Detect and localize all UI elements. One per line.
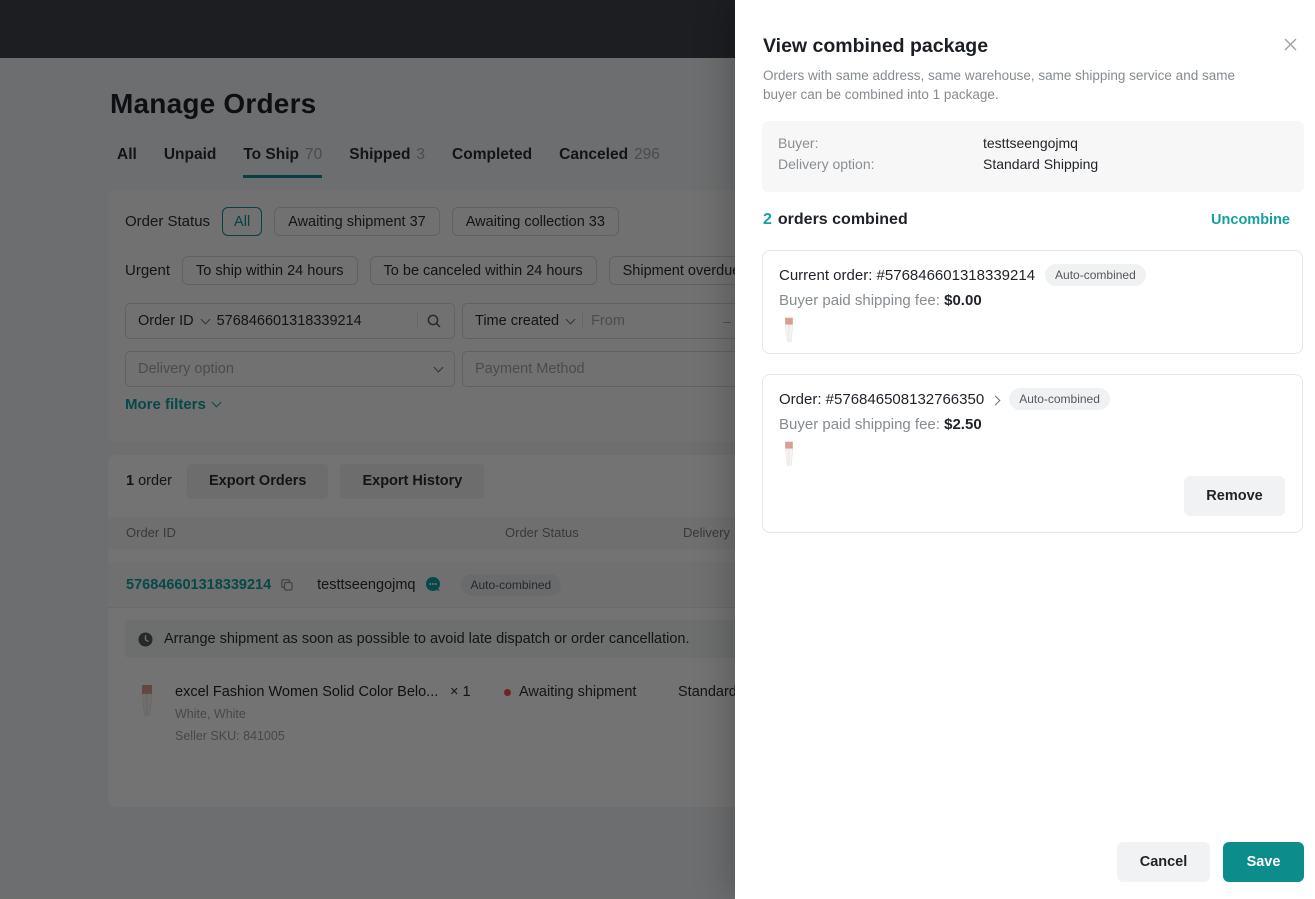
shipping-fee-value: $2.50 — [944, 416, 982, 433]
delivery-option-label: Delivery option: — [778, 156, 983, 172]
product-thumbnail — [779, 440, 799, 468]
order-card-title: Current order: #576846601318339214 — [779, 267, 1035, 284]
combined-order-card-other: Order: #576846508132766350 Auto-combined… — [762, 374, 1303, 533]
cancel-button[interactable]: Cancel — [1117, 842, 1210, 882]
combined-label: orders combined — [778, 211, 908, 229]
manage-orders-page: Manage Orders All Unpaid To Ship70 Shipp… — [0, 0, 1315, 899]
shipping-fee-line: Buyer paid shipping fee: $2.50 — [779, 416, 1286, 433]
close-icon[interactable] — [1283, 37, 1298, 52]
auto-combined-badge: Auto-combined — [1045, 264, 1146, 286]
buyer-label: Buyer: — [778, 135, 983, 151]
remove-button[interactable]: Remove — [1184, 476, 1285, 516]
drawer-description: Orders with same address, same warehouse… — [763, 66, 1268, 104]
drawer-title: View combined package — [763, 35, 988, 58]
shipping-fee-line: Buyer paid shipping fee: $0.00 — [779, 292, 1286, 309]
order-card-title[interactable]: Order: #576846508132766350 — [779, 391, 984, 408]
combined-order-card-current: Current order: #576846601318339214 Auto-… — [762, 250, 1303, 354]
save-button[interactable]: Save — [1223, 842, 1304, 882]
buyer-value: testtseengojmq — [983, 135, 1078, 151]
chevron-right-icon[interactable] — [991, 395, 1001, 405]
uncombine-link[interactable]: Uncombine — [1211, 212, 1290, 228]
package-info-box: Buyer: testtseengojmq Delivery option: S… — [762, 121, 1304, 192]
view-combined-package-drawer: View combined package Orders with same a… — [735, 0, 1315, 899]
product-thumbnail — [779, 316, 799, 344]
auto-combined-badge: Auto-combined — [1009, 388, 1110, 410]
delivery-option-value: Standard Shipping — [983, 156, 1098, 172]
shipping-fee-value: $0.00 — [944, 292, 982, 309]
orders-combined-header: 2 orders combined Uncombine — [763, 211, 1290, 229]
combined-count: 2 — [763, 211, 772, 229]
